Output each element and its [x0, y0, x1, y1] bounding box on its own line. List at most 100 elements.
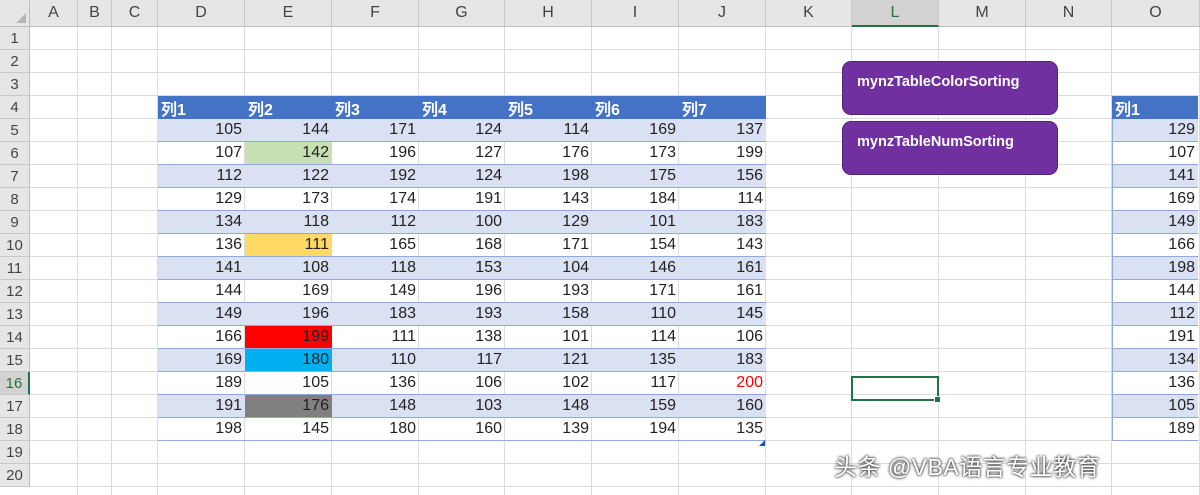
- table-cell[interactable]: 196: [419, 280, 505, 303]
- table-cell[interactable]: 148: [505, 395, 592, 418]
- side-table-cell[interactable]: 134: [1112, 349, 1198, 372]
- table-cell[interactable]: 161: [679, 257, 766, 280]
- column-header-b[interactable]: B: [78, 0, 112, 27]
- table-cell[interactable]: 110: [592, 303, 679, 326]
- table-cell[interactable]: 149: [158, 303, 245, 326]
- table-cell[interactable]: 156: [679, 165, 766, 188]
- table-cell[interactable]: 180: [332, 418, 419, 441]
- table-cell[interactable]: 169: [245, 280, 332, 303]
- side-table-cell[interactable]: 198: [1112, 257, 1198, 280]
- table-cell[interactable]: 198: [158, 418, 245, 441]
- side-table-cell[interactable]: 169: [1112, 188, 1198, 211]
- side-table-cell[interactable]: 149: [1112, 211, 1198, 234]
- table-cell[interactable]: 169: [158, 349, 245, 372]
- table-cell[interactable]: 199: [245, 326, 332, 349]
- table-cell[interactable]: 110: [332, 349, 419, 372]
- table-cell[interactable]: 153: [419, 257, 505, 280]
- table-cell[interactable]: 143: [679, 234, 766, 257]
- column-header-a[interactable]: A: [30, 0, 78, 27]
- table-cell[interactable]: 102: [505, 372, 592, 395]
- column-header-j[interactable]: J: [679, 0, 766, 27]
- table-cell[interactable]: 124: [419, 165, 505, 188]
- table-cell[interactable]: 176: [245, 395, 332, 418]
- table-cell[interactable]: 199: [679, 142, 766, 165]
- table-cell[interactable]: 114: [592, 326, 679, 349]
- table-cell[interactable]: 149: [332, 280, 419, 303]
- table-cell[interactable]: 129: [158, 188, 245, 211]
- table-cell[interactable]: 146: [592, 257, 679, 280]
- row-header-17[interactable]: 17: [0, 395, 30, 418]
- table-cell[interactable]: 106: [679, 326, 766, 349]
- table-cell[interactable]: 129: [505, 211, 592, 234]
- table-cell[interactable]: 107: [158, 142, 245, 165]
- side-table-cell[interactable]: 105: [1112, 395, 1198, 418]
- table-cell[interactable]: 117: [419, 349, 505, 372]
- row-header-12[interactable]: 12: [0, 280, 30, 303]
- side-table-cell[interactable]: 141: [1112, 165, 1198, 188]
- table-cell[interactable]: 189: [158, 372, 245, 395]
- row-header-18[interactable]: 18: [0, 418, 30, 441]
- table-cell[interactable]: 105: [158, 119, 245, 142]
- table-cell[interactable]: 174: [332, 188, 419, 211]
- row-header-6[interactable]: 6: [0, 142, 30, 165]
- column-header-l[interactable]: L: [852, 0, 939, 27]
- table-cell[interactable]: 139: [505, 418, 592, 441]
- row-header-5[interactable]: 5: [0, 119, 30, 142]
- select-all-corner[interactable]: [0, 0, 30, 27]
- table-resize-handle[interactable]: [759, 440, 765, 446]
- column-header-g[interactable]: G: [419, 0, 505, 27]
- table-cell[interactable]: 112: [158, 165, 245, 188]
- row-header-2[interactable]: 2: [0, 50, 30, 73]
- side-table-cell[interactable]: 166: [1112, 234, 1198, 257]
- table-header-cell[interactable]: 列6: [592, 96, 679, 119]
- table-cell[interactable]: 124: [419, 119, 505, 142]
- table-cell[interactable]: 191: [158, 395, 245, 418]
- table-cell[interactable]: 154: [592, 234, 679, 257]
- table-cell[interactable]: 148: [332, 395, 419, 418]
- table-cell[interactable]: 117: [592, 372, 679, 395]
- table-cell[interactable]: 160: [419, 418, 505, 441]
- row-header-4[interactable]: 4: [0, 96, 30, 119]
- table-cell[interactable]: 118: [332, 257, 419, 280]
- row-header-14[interactable]: 14: [0, 326, 30, 349]
- table-cell[interactable]: 118: [245, 211, 332, 234]
- table-cell[interactable]: 161: [679, 280, 766, 303]
- table-cell[interactable]: 111: [332, 326, 419, 349]
- row-header-9[interactable]: 9: [0, 211, 30, 234]
- active-cell-L16[interactable]: [851, 376, 941, 403]
- table-cell[interactable]: 143: [505, 188, 592, 211]
- table-header-cell[interactable]: 列5: [505, 96, 592, 119]
- table-cell[interactable]: 114: [505, 119, 592, 142]
- table-cell[interactable]: 192: [332, 165, 419, 188]
- table-cell[interactable]: 166: [158, 326, 245, 349]
- table-cell[interactable]: 103: [419, 395, 505, 418]
- table-cell[interactable]: 136: [332, 372, 419, 395]
- table-cell[interactable]: 173: [592, 142, 679, 165]
- table-cell[interactable]: 135: [679, 418, 766, 441]
- row-header-8[interactable]: 8: [0, 188, 30, 211]
- table-cell[interactable]: 175: [592, 165, 679, 188]
- table-cell[interactable]: 121: [505, 349, 592, 372]
- table-cell[interactable]: 191: [419, 188, 505, 211]
- table-cell[interactable]: 134: [158, 211, 245, 234]
- table-cell[interactable]: 193: [419, 303, 505, 326]
- table-cell[interactable]: 138: [419, 326, 505, 349]
- side-table-cell[interactable]: 191: [1112, 326, 1198, 349]
- table-cell[interactable]: 142: [245, 142, 332, 165]
- table-cell[interactable]: 173: [245, 188, 332, 211]
- table-cell[interactable]: 137: [679, 119, 766, 142]
- table-cell[interactable]: 171: [505, 234, 592, 257]
- spreadsheet-grid[interactable]: ABCDEFGHIJKLMNO 1 2 3 4 5 6 7 8 9 10 11 12 13 14 15 16 1…: [0, 0, 1200, 495]
- table-cell[interactable]: 104: [505, 257, 592, 280]
- table-cell[interactable]: 112: [332, 211, 419, 234]
- table-cell[interactable]: 144: [158, 280, 245, 303]
- row-header-1[interactable]: 1: [0, 27, 30, 50]
- column-header-i[interactable]: I: [592, 0, 679, 27]
- table-header-cell[interactable]: 列2: [245, 96, 332, 119]
- column-header-m[interactable]: M: [939, 0, 1026, 27]
- table-header-cell[interactable]: 列1: [158, 96, 245, 119]
- row-header-7[interactable]: 7: [0, 165, 30, 188]
- column-header-h[interactable]: H: [505, 0, 592, 27]
- table-cell[interactable]: 183: [679, 211, 766, 234]
- side-table-cell[interactable]: 112: [1112, 303, 1198, 326]
